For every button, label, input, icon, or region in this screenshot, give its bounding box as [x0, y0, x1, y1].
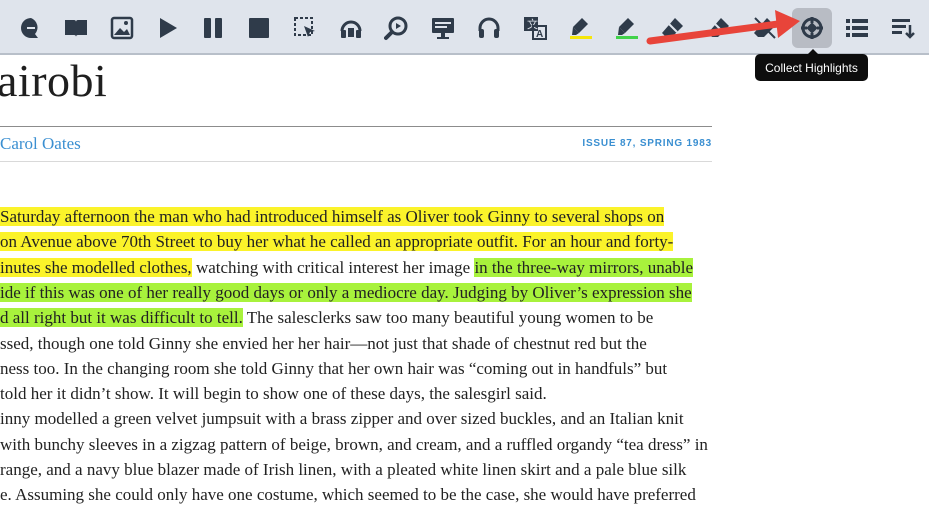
- highlighted-text: inutes she modelled clothes,: [0, 257, 192, 277]
- headphones-button[interactable]: [469, 8, 509, 48]
- play-button[interactable]: [147, 8, 187, 48]
- text-line: range, and a navy blue blazer made of Ir…: [0, 459, 686, 481]
- text-segment: e. Assuming she could only have one cost…: [0, 485, 696, 505]
- text-line: ness too. In the changing room she told …: [0, 358, 667, 380]
- pause-button[interactable]: [193, 8, 233, 48]
- list-button[interactable]: [837, 8, 877, 48]
- click-speak-button[interactable]: [285, 8, 325, 48]
- highlighted-text: in the three-way mirrors, unable: [474, 257, 694, 277]
- book-button[interactable]: [56, 8, 96, 48]
- text-line: told her it didn’t show. It will begin t…: [0, 383, 547, 405]
- headphones-icon: [478, 17, 500, 38]
- image-icon: [110, 16, 134, 40]
- book-icon: [65, 20, 87, 37]
- screen-icon: [432, 18, 454, 39]
- svg-text:A: A: [536, 29, 543, 40]
- text-segment: inny modelled a green velvet jumpsuit wi…: [0, 409, 684, 429]
- list-icon: [846, 19, 868, 37]
- text-line: inutes she modelled clothes, watching wi…: [0, 257, 694, 279]
- author-link[interactable]: Carol Oates: [0, 134, 81, 154]
- text-line: e. Assuming she could only have one cost…: [0, 484, 696, 506]
- text-line: d all right but it was difficult to tell…: [0, 307, 653, 329]
- text-segment: range, and a navy blue blazer made of Ir…: [0, 460, 687, 479]
- divider-top: [0, 126, 712, 127]
- translate-button[interactable]: 文A: [515, 8, 555, 48]
- tooltip: Collect Highlights: [755, 49, 868, 81]
- text-segment: watching with critical interest her imag…: [191, 257, 475, 277]
- image-button[interactable]: [102, 8, 142, 48]
- highlighted-text: Saturday afternoon the man who had intro…: [0, 207, 665, 226]
- article-title: airobi: [0, 55, 108, 106]
- speaker-headset-icon: [340, 20, 362, 38]
- text-segment: told her it didn’t show. It will begin t…: [0, 384, 547, 404]
- text-line: ssed, though one told Ginny she envied h…: [0, 333, 647, 355]
- sort-list-icon: [892, 19, 915, 39]
- play-icon: [160, 18, 177, 38]
- text-line: Saturday afternoon the man who had intro…: [0, 206, 665, 228]
- talk-bubble-icon: [21, 18, 38, 38]
- zoom-voice-icon: [384, 16, 408, 40]
- highlighted-text: d all right but it was difficult to tell…: [0, 308, 243, 328]
- divider-bottom: [0, 161, 712, 162]
- text-line: ide if this was one of her really good d…: [0, 282, 692, 304]
- highlighted-text: on Avenue above 70th Street to buy her w…: [0, 232, 674, 252]
- text-segment: ssed, though one told Ginny she envied h…: [0, 333, 647, 353]
- click-speak-icon: [294, 17, 315, 37]
- speaker-headset-button[interactable]: [331, 8, 371, 48]
- text-segment: ness too. In the changing room she told …: [0, 358, 668, 378]
- annotation-arrow: [646, 10, 800, 45]
- text-line: inny modelled a green velvet jumpsuit wi…: [0, 408, 684, 430]
- issue-label[interactable]: ISSUE 87, SPRING 1983: [576, 138, 712, 149]
- pause-icon: [204, 18, 222, 38]
- highlight-yellow-icon: [570, 18, 592, 39]
- screen-button[interactable]: [423, 8, 463, 48]
- talk-bubble-button[interactable]: [11, 8, 51, 48]
- zoom-voice-button[interactable]: [377, 8, 417, 48]
- sort-list-button[interactable]: [883, 8, 923, 48]
- translate-icon: 文A: [524, 17, 547, 40]
- stop-button[interactable]: [239, 8, 279, 48]
- text-line: on Avenue above 70th Street to buy her w…: [0, 231, 674, 253]
- stop-icon: [249, 18, 269, 38]
- text-segment: with bunchy sleeves in a zigzag pattern …: [0, 434, 708, 454]
- highlight-yellow-button[interactable]: [561, 8, 601, 48]
- text-segment: The salesclerks saw too many beautiful y…: [242, 308, 654, 328]
- highlighted-text: ide if this was one of her really good d…: [0, 282, 692, 302]
- highlight-green-icon: [616, 18, 638, 39]
- text-line: with bunchy sleeves in a zigzag pattern …: [0, 434, 708, 456]
